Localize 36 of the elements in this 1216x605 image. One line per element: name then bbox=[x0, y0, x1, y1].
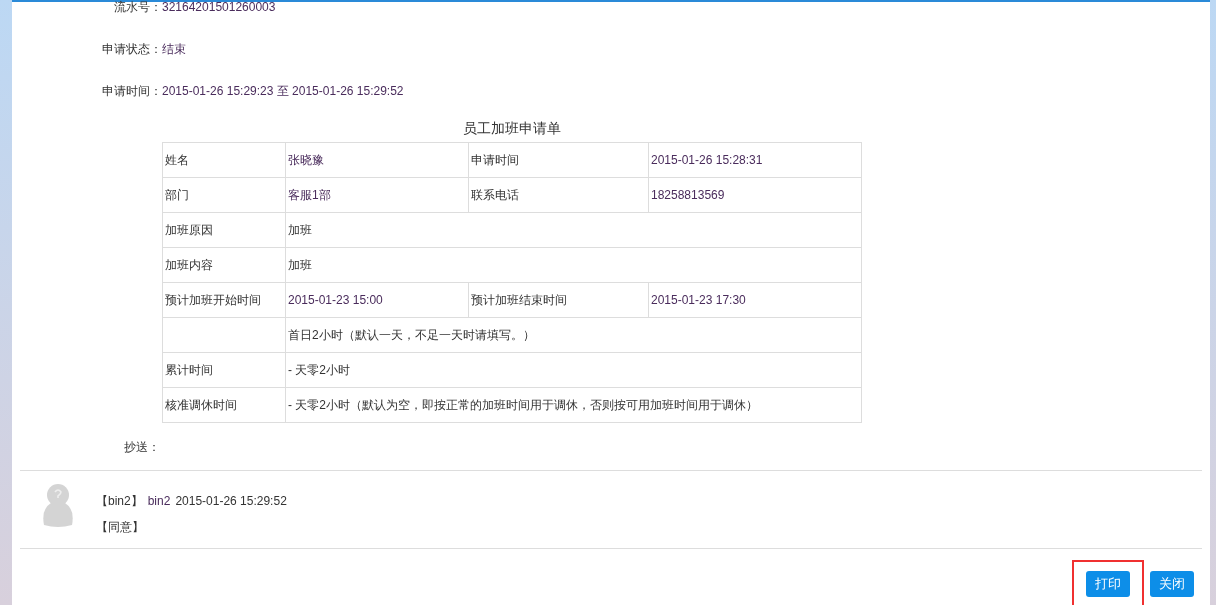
field-label: 申请时间： bbox=[101, 83, 162, 100]
table-cell: 申请时间 bbox=[468, 142, 649, 178]
table-cell: 累计时间 bbox=[162, 352, 286, 388]
field-value: 32164201501260003 bbox=[162, 0, 276, 16]
action-button[interactable]: 关闭 bbox=[1150, 571, 1194, 597]
action-button[interactable]: 打印 bbox=[1086, 571, 1130, 597]
table-cell: 加班 bbox=[285, 212, 862, 248]
field-value: 2015-01-26 15:29:23 至 2015-01-26 15:29:52 bbox=[162, 83, 404, 100]
table-cell: 张晓豫 bbox=[285, 142, 469, 178]
comment-opinion: 【同意】 bbox=[96, 519, 145, 536]
table-cell: 预计加班结束时间 bbox=[468, 282, 649, 318]
table-cell: 核准调休时间 bbox=[162, 387, 286, 423]
table-cell: 2015-01-23 17:30 bbox=[648, 282, 862, 318]
form-title: 员工加班申请单 bbox=[463, 119, 561, 138]
avatar-icon bbox=[40, 483, 76, 529]
table-cell: 2015-01-26 15:28:31 bbox=[648, 142, 862, 178]
table-cell: 加班 bbox=[285, 247, 862, 283]
table-cell: 姓名 bbox=[162, 142, 286, 178]
table-cell: 客服1部 bbox=[285, 177, 469, 213]
field-label: 流水号： bbox=[113, 0, 162, 16]
field-label: 申请状态： bbox=[101, 41, 162, 58]
table-cell: 加班内容 bbox=[162, 247, 286, 283]
table-cell: 预计加班开始时间 bbox=[162, 282, 286, 318]
table-cell: 首日2小时（默认一天，不足一天时请填写。） bbox=[285, 317, 862, 353]
field-value: 结束 bbox=[162, 41, 186, 58]
table-cell: 18258813569 bbox=[648, 177, 862, 213]
comment-name: bin2 bbox=[147, 493, 171, 510]
table-cell: - 天零2小时 bbox=[285, 352, 862, 388]
cc-label: 抄送： bbox=[123, 439, 160, 456]
table-cell: 2015-01-23 15:00 bbox=[285, 282, 469, 318]
table-cell: 联系电话 bbox=[468, 177, 649, 213]
table-cell: 加班原因 bbox=[162, 212, 286, 248]
table-cell: - 天零2小时（默认为空，即按正常的加班时间用于调休，否则按可用加班时间用于调休） bbox=[285, 387, 862, 423]
comment-author: 【bin2】 bbox=[96, 493, 143, 510]
comment-time: 2015-01-26 15:29:52 bbox=[175, 493, 287, 510]
table-cell: 部门 bbox=[162, 177, 286, 213]
